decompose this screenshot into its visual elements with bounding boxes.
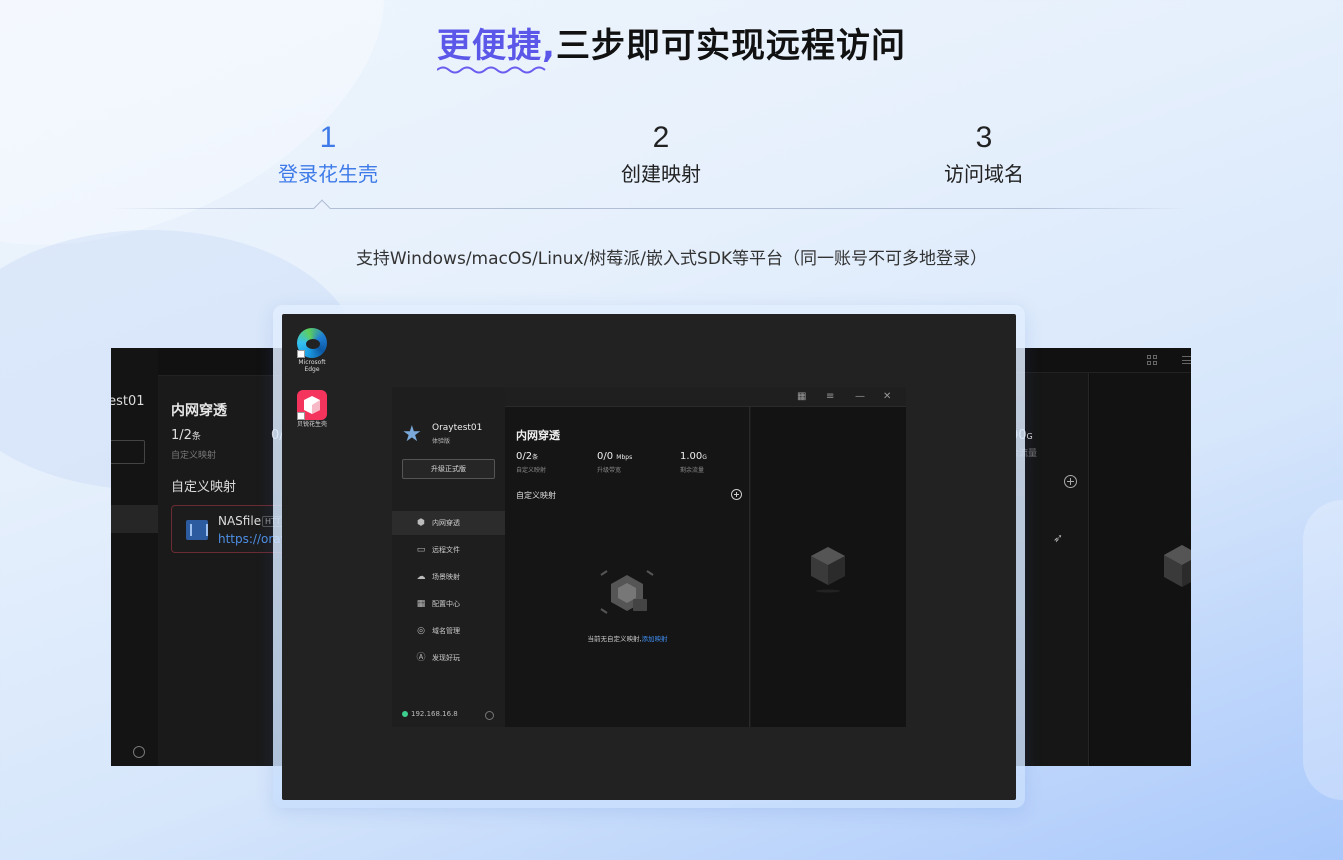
menu-icon — [1182, 356, 1191, 364]
user-edition: 体验版 — [432, 438, 451, 445]
step-label: 创建映射 — [621, 162, 701, 186]
sidebar-item-discover[interactable]: Ⓐ 发现好玩 — [392, 646, 505, 670]
page-headline: 更便捷, 三步即可实现远程访问 — [0, 18, 1343, 74]
empty-state-cube-icon — [600, 570, 654, 614]
sidebar-item-label: 内网穿透 — [432, 519, 460, 527]
cloud-icon: ☁ — [416, 572, 426, 582]
step-number: 2 — [652, 121, 670, 154]
sidebar-item-config-center[interactable]: ▦ 配置中心 — [392, 592, 505, 616]
grid-icon: ▦ — [416, 599, 426, 609]
cube-icon — [1164, 545, 1191, 587]
step-divider — [110, 208, 1190, 209]
qr-icon — [1147, 355, 1157, 365]
step-tabs: 1 登录花生壳 2 创建映射 3 访问域名 — [0, 120, 1343, 190]
step-label: 登录花生壳 — [278, 162, 378, 186]
left-window-count: 1/2条 — [171, 428, 201, 443]
desktop-icon-label: Microsoft Edge — [298, 359, 326, 373]
oray-app-window: ★ Oraytest01 体验版 升级正式版 ⬢ 内网穿透 ▭ 远程文件 ☁ 场… — [392, 387, 906, 727]
sidebar-item-remote-files[interactable]: ▭ 远程文件 — [392, 538, 505, 562]
step-number: 3 — [975, 121, 993, 154]
headline-accent: 更便捷, — [437, 18, 556, 74]
step-tab-2[interactable]: 2 创建映射 — [561, 120, 761, 187]
sidebar-item-intranet[interactable]: ⬢ 内网穿透 — [392, 511, 505, 535]
cube-icon: ⬢ — [417, 518, 425, 528]
background-shape — [1303, 500, 1343, 800]
add-mapping-link[interactable]: 添加映射 — [642, 635, 668, 643]
left-window-user: test01 — [111, 394, 145, 409]
mouse-cursor-icon: ➶ — [1053, 531, 1064, 545]
stat-bandwidth: 0/0 Mbps 升级带宽 — [597, 451, 633, 474]
platform-subtitle: 支持Windows/macOS/Linux/树莓派/嵌入式SDK等平台（同一账号… — [355, 249, 988, 269]
content-title: 内网穿透 — [516, 429, 560, 442]
add-mapping-button[interactable] — [731, 489, 742, 500]
compass-icon: Ⓐ — [416, 653, 426, 663]
empty-state-message: 当前无自定义映射,添加映射 — [587, 635, 668, 643]
desktop-screen: Microsoft Edge 贝锐花生壳 ★ Oraytest01 体验版 升级… — [282, 314, 1016, 800]
step-tab-1[interactable]: 1 登录花生壳 — [228, 120, 428, 187]
left-window-selected-nav — [111, 505, 158, 533]
left-window-main: 内网穿透 1/2条 自定义映射 0/ 自定义映射 NASfile HTT htt… — [158, 348, 291, 766]
step-tab-3[interactable]: 3 访问域名 — [884, 120, 1084, 187]
sidebar-item-scene-mapping[interactable]: ☁ 场景映射 — [392, 565, 505, 589]
custom-mapping-heading: 自定义映射 — [516, 491, 556, 500]
app-detail-pane — [751, 407, 906, 727]
left-window-section: 自定义映射 — [171, 480, 237, 495]
desktop-icon-edge[interactable]: Microsoft Edge — [292, 328, 332, 373]
sidebar-item-domain-management[interactable]: ◎ 域名管理 — [392, 619, 505, 643]
menu-icon[interactable]: ≡ — [826, 391, 834, 402]
right-window-topbar — [1010, 348, 1191, 373]
sidebar-item-label: 场景映射 — [432, 573, 460, 581]
background-window-left: test01 内网穿透 1/2条 自定义映射 0/ 自定义映射 NASfile … — [111, 348, 291, 766]
user-name: Oraytest01 — [432, 423, 483, 433]
left-window-nav: test01 — [111, 348, 158, 766]
ip-address: 192.168.16.8 — [402, 710, 458, 718]
shortcut-arrow-icon — [297, 350, 305, 358]
step-label: 访问域名 — [944, 162, 1024, 186]
app-titlebar: ▦ ≡ — ✕ — [505, 387, 906, 407]
star-avatar-icon: ★ — [402, 422, 422, 447]
stat-mappings: 0/2条 自定义映射 — [516, 451, 547, 474]
right-window-detail — [1090, 373, 1191, 766]
qr-icon[interactable]: ▦ — [797, 391, 806, 402]
left-window-upgrade-fragment — [111, 440, 145, 464]
sidebar-item-label: 发现好玩 — [432, 654, 460, 662]
oray-icon — [297, 390, 327, 420]
left-window-title: 内网穿透 — [171, 403, 227, 419]
headline-rest: 三步即可实现远程访问 — [555, 26, 906, 66]
shortcut-arrow-icon — [297, 412, 305, 420]
minimize-icon[interactable]: — — [855, 391, 865, 402]
mapping-name: NASfile — [218, 514, 262, 528]
cube-icon — [811, 547, 845, 593]
background-window-right: 00G 余流量 ➶ — [1010, 348, 1191, 766]
status-dot — [402, 711, 408, 717]
folder-icon: ▭ — [416, 545, 426, 555]
step-number: 1 — [319, 121, 337, 154]
globe-icon: ◎ — [417, 626, 425, 636]
stat-traffic: 1.00G 剩余流量 — [680, 451, 707, 474]
left-window-topbar — [158, 348, 291, 376]
wavy-underline — [437, 66, 546, 74]
sidebar-item-label: 域名管理 — [432, 627, 460, 635]
app-content: 内网穿透 0/2条 自定义映射 0/0 Mbps 升级带宽 1.00G 剩余流量… — [505, 407, 750, 727]
edge-icon — [297, 328, 327, 358]
zoom-icon[interactable] — [485, 711, 494, 720]
desktop-icon-label: 贝锐花生壳 — [296, 421, 327, 428]
close-icon[interactable]: ✕ — [883, 391, 891, 402]
active-step-caret — [313, 199, 331, 217]
desktop-icon-oray[interactable]: 贝锐花生壳 — [292, 390, 332, 428]
sidebar-item-label: 远程文件 — [432, 546, 460, 554]
nas-icon — [186, 520, 208, 540]
left-window-count-label: 自定义映射 — [171, 451, 217, 461]
app-sidebar: ★ Oraytest01 体验版 升级正式版 ⬢ 内网穿透 ▭ 远程文件 ☁ 场… — [392, 387, 505, 727]
upgrade-button[interactable]: 升级正式版 — [402, 459, 495, 479]
sidebar-item-label: 配置中心 — [432, 600, 460, 608]
add-mapping-icon — [1064, 475, 1077, 488]
zoom-icon — [133, 746, 145, 758]
